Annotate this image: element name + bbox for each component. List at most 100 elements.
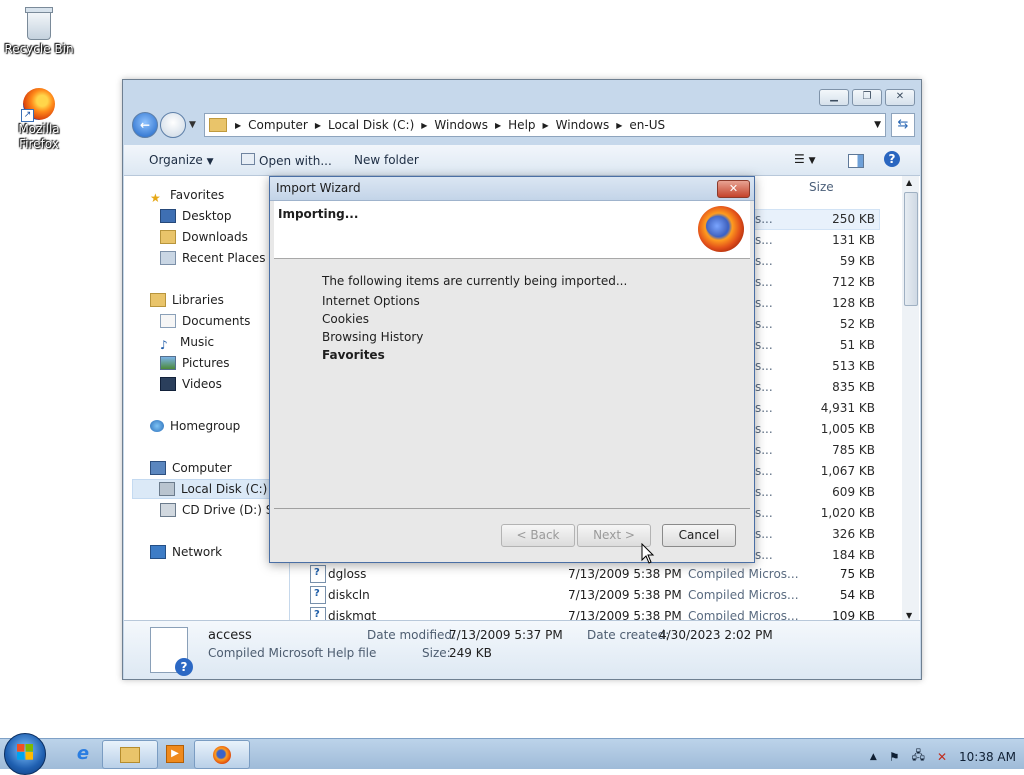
- import-item: Cookies: [322, 312, 369, 326]
- file-size: 326 KB: [832, 527, 875, 541]
- sidebar-label: Computer: [172, 461, 232, 475]
- computer-icon: [150, 461, 166, 475]
- back-button[interactable]: < Back: [501, 524, 575, 547]
- open-with-icon: [241, 153, 255, 165]
- import-item: Internet Options: [322, 294, 420, 308]
- column-header-size[interactable]: Size: [809, 180, 834, 194]
- volume-muted-icon[interactable]: ✕: [937, 750, 947, 764]
- history-dropdown-icon[interactable]: ▼: [189, 120, 196, 130]
- scroll-up-icon[interactable]: ▲: [906, 178, 912, 187]
- sidebar-item-computer[interactable]: Computer: [150, 459, 232, 477]
- organize-label: Organize: [149, 153, 203, 167]
- navigation-pane: ★ Favorites Desktop Downloads Recent Plac…: [124, 176, 289, 622]
- taskbar-firefox[interactable]: [194, 740, 250, 769]
- new-folder-button[interactable]: New folder: [354, 153, 419, 167]
- network-status-icon[interactable]: 🖧: [912, 746, 925, 767]
- next-button[interactable]: Next >: [577, 524, 651, 547]
- breadcrumb-windows-2[interactable]: Windows: [556, 118, 610, 132]
- breadcrumb-help[interactable]: Help: [508, 118, 535, 132]
- refresh-icon[interactable]: ⇆: [891, 113, 915, 137]
- back-button[interactable]: ←: [132, 112, 158, 138]
- command-bar: Organize ▼ Open with... New folder ☰ ▼ ?: [124, 145, 920, 176]
- breadcrumb-separator-icon[interactable]: ▶: [235, 121, 241, 130]
- sidebar-item-homegroup[interactable]: Homegroup: [150, 417, 240, 435]
- sidebar-item-videos[interactable]: Videos: [160, 375, 222, 393]
- clock[interactable]: 10:38 AM: [959, 750, 1016, 764]
- music-icon: ♪: [160, 338, 168, 352]
- details-file-type: Compiled Microsoft Help file: [208, 646, 377, 660]
- internet-explorer-icon: e: [76, 743, 90, 764]
- vertical-scrollbar[interactable]: ▲ ▼: [902, 176, 919, 622]
- size-value: 249 KB: [449, 646, 492, 660]
- sidebar-item-recent-places[interactable]: Recent Places: [160, 249, 265, 267]
- chevron-down-icon: ▼: [206, 157, 214, 167]
- file-size: 75 KB: [839, 567, 875, 581]
- cd-drive-icon: [160, 503, 176, 517]
- recycle-bin-shortcut[interactable]: Recycle Bin: [1, 4, 77, 57]
- breadcrumb-separator-icon[interactable]: ▶: [315, 121, 321, 130]
- views-icon[interactable]: ☰ ▼: [794, 152, 816, 166]
- sidebar-item-cd-drive[interactable]: CD Drive (D:) Sta: [160, 501, 285, 519]
- dialog-close-button[interactable]: ✕: [717, 180, 750, 198]
- sidebar-item-libraries[interactable]: Libraries: [150, 291, 224, 309]
- breadcrumb-separator-icon[interactable]: ▶: [421, 121, 427, 130]
- open-with-label: Open with...: [259, 154, 332, 168]
- file-size: 4,931 KB: [820, 401, 875, 415]
- sidebar-label: Network: [172, 545, 223, 559]
- file-size: 131 KB: [832, 233, 875, 247]
- firefox-shortcut[interactable]: ↗ Mozilla Firefox: [1, 88, 77, 152]
- dialog-title-bar[interactable]: Import Wizard ✕: [270, 177, 754, 201]
- organize-button[interactable]: Organize ▼: [149, 153, 214, 167]
- sidebar-label: Music: [180, 335, 215, 349]
- table-row[interactable]: dgloss 7/13/2009 5:38 PM Compiled Micros…: [290, 564, 910, 584]
- scrollbar-thumb[interactable]: [904, 192, 918, 306]
- close-button[interactable]: ✕: [885, 89, 915, 106]
- network-icon: [150, 545, 166, 559]
- dialog-title: Import Wizard: [276, 181, 361, 195]
- scroll-down-icon[interactable]: ▼: [906, 611, 912, 620]
- size-label: Size:: [422, 646, 451, 660]
- breadcrumb-separator-icon[interactable]: ▶: [543, 121, 549, 130]
- file-size: 128 KB: [832, 296, 875, 310]
- help-file-icon: [310, 586, 326, 604]
- file-size: 1,020 KB: [820, 506, 875, 520]
- sidebar-item-desktop[interactable]: Desktop: [160, 207, 232, 225]
- breadcrumb-separator-icon[interactable]: ▶: [616, 121, 622, 130]
- sidebar-label: Libraries: [172, 293, 224, 307]
- sidebar-label: Documents: [182, 314, 251, 328]
- sidebar-item-local-disk[interactable]: Local Disk (C:): [132, 479, 286, 499]
- show-hidden-icons-icon[interactable]: ▲: [870, 752, 877, 762]
- minimize-button[interactable]: ▁: [819, 89, 849, 106]
- open-with-button[interactable]: Open with...: [241, 153, 332, 168]
- breadcrumb-local-disk[interactable]: Local Disk (C:): [328, 118, 414, 132]
- breadcrumb-computer[interactable]: Computer: [248, 118, 308, 132]
- file-size: 785 KB: [832, 443, 875, 457]
- details-pane: ? access Compiled Microsoft Help file Da…: [124, 620, 920, 679]
- address-dropdown-icon[interactable]: ▼: [874, 120, 881, 130]
- sidebar-item-downloads[interactable]: Downloads: [160, 228, 248, 246]
- downloads-icon: [160, 230, 176, 244]
- start-button[interactable]: [4, 733, 46, 775]
- sidebar-item-music[interactable]: ♪ Music: [160, 333, 215, 352]
- table-row[interactable]: diskcln 7/13/2009 5:38 PM Compiled Micro…: [290, 585, 910, 605]
- breadcrumb-windows[interactable]: Windows: [434, 118, 488, 132]
- forward-button[interactable]: [160, 112, 186, 138]
- action-center-flag-icon[interactable]: ⚑: [889, 750, 900, 764]
- cancel-button[interactable]: Cancel: [662, 524, 736, 547]
- firefox-label-line1: Mozilla: [18, 122, 60, 136]
- sidebar-label: Videos: [182, 377, 222, 391]
- address-bar[interactable]: ▶ Computer ▶ Local Disk (C:) ▶ Windows ▶…: [204, 113, 886, 137]
- sidebar-item-network[interactable]: Network: [150, 543, 222, 561]
- restore-button[interactable]: ❐: [852, 89, 882, 106]
- breadcrumb-separator-icon[interactable]: ▶: [495, 121, 501, 130]
- homegroup-icon: [150, 420, 164, 432]
- help-icon[interactable]: ?: [884, 151, 900, 167]
- sidebar-item-pictures[interactable]: Pictures: [160, 354, 230, 372]
- caption-buttons: ▁ ❐ ✕: [819, 89, 915, 106]
- sidebar-item-documents[interactable]: Documents: [160, 312, 250, 330]
- help-file-icon: [310, 565, 326, 583]
- date-modified-value: 7/13/2009 5:37 PM: [449, 628, 563, 642]
- sidebar-item-favorites[interactable]: ★ Favorites: [150, 186, 224, 205]
- breadcrumb-en-us[interactable]: en-US: [629, 118, 665, 132]
- preview-pane-icon[interactable]: [848, 154, 864, 168]
